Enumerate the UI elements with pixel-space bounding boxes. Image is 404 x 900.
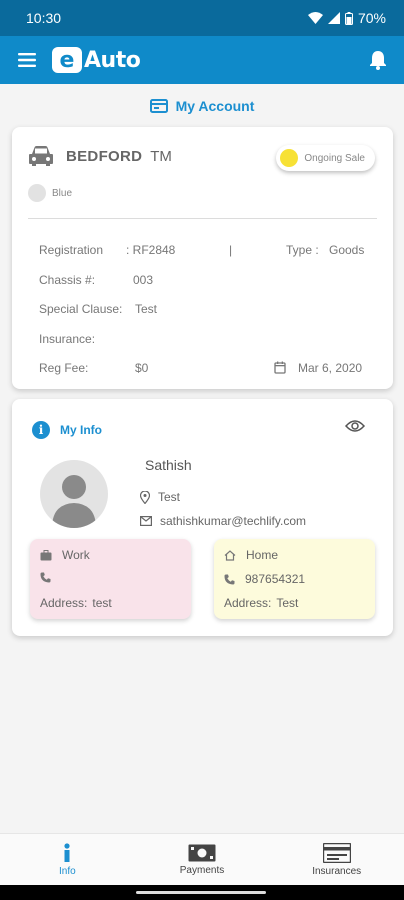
color-name: Blue (52, 187, 73, 199)
email-text: sathishkumar@techlify.com (160, 514, 307, 528)
wifi-icon (307, 12, 323, 24)
special-clause-label: Special Clause: (39, 302, 123, 316)
cash-icon (188, 844, 216, 861)
nav-payments[interactable]: Payments (135, 834, 270, 885)
field-separator: | (229, 243, 233, 257)
my-info-header: i My Info (32, 421, 102, 439)
my-account-title: My Account (175, 98, 255, 114)
work-phone-row (40, 572, 61, 583)
work-address-label: Address: (40, 596, 88, 610)
info-icon: i (32, 421, 50, 439)
home-address-card[interactable]: Home 987654321 Address: Test (214, 539, 375, 619)
home-address-row: Address: Test (224, 596, 298, 610)
status-bar: 10:30 70% (0, 0, 404, 36)
location-pin-icon (140, 490, 150, 504)
location-row: Test (140, 490, 180, 504)
my-info-title: My Info (60, 423, 102, 437)
reg-date-value: Mar 6, 2020 (298, 361, 363, 375)
gesture-bar (0, 885, 404, 900)
registration-label: Registration (39, 243, 104, 257)
email-row: sathishkumar@techlify.com (140, 514, 306, 528)
color-swatch (28, 184, 46, 202)
info-icon (64, 842, 70, 862)
person-name: Sathish (145, 457, 192, 473)
signal-icon (327, 12, 340, 24)
work-address-row: Address: test (40, 596, 112, 610)
home-icon (224, 549, 236, 561)
menu-icon[interactable] (16, 49, 38, 71)
work-address-card[interactable]: Work Address: test (30, 539, 191, 619)
work-label-row: Work (40, 548, 90, 562)
calendar-icon (274, 361, 286, 374)
status-time: 10:30 (26, 10, 62, 26)
nav-payments-label: Payments (179, 864, 225, 876)
logo-mark: e (52, 47, 82, 73)
home-label-row: Home (224, 548, 278, 562)
reg-fee-value: $0 (135, 361, 149, 375)
home-indicator[interactable] (136, 891, 266, 894)
card-icon (322, 842, 351, 863)
status-icons: 70% (307, 10, 386, 26)
battery-level: 70% (357, 10, 386, 26)
home-label: Home (246, 548, 279, 562)
my-info-card: i My Info Sathish Test sathishkumar@tech… (12, 399, 393, 636)
battery-icon (344, 11, 353, 25)
chassis-label: Chassis #: (39, 273, 96, 287)
bottom-nav: Info Payments Insurances (0, 833, 404, 885)
work-address-value: test (92, 596, 112, 610)
app-logo: e Auto (52, 47, 141, 73)
vehicle-model: TM (150, 147, 172, 165)
account-card-icon (149, 99, 168, 113)
location-text: Test (158, 490, 181, 504)
chassis-value: 003 (133, 273, 154, 287)
phone-icon (40, 572, 51, 583)
briefcase-icon (40, 549, 52, 560)
status-dot (280, 149, 299, 167)
logo-text: Auto (84, 47, 141, 73)
bell-icon[interactable] (366, 48, 390, 72)
eye-icon[interactable] (345, 419, 365, 433)
sale-status-badge: Ongoing Sale (276, 145, 375, 171)
my-account-header[interactable]: My Account (0, 92, 404, 120)
work-label: Work (62, 548, 90, 562)
mail-icon (140, 516, 152, 526)
car-icon (29, 146, 53, 166)
type-label: Type : (286, 243, 319, 257)
sale-status-text: Ongoing Sale (304, 152, 365, 164)
home-address-label: Address: (224, 596, 272, 610)
nav-insurances[interactable]: Insurances (269, 834, 404, 885)
insurance-label: Insurance: (39, 332, 96, 346)
avatar (40, 460, 108, 528)
divider (28, 218, 377, 219)
nav-info[interactable]: Info (0, 834, 135, 885)
app-bar: e Auto (0, 36, 404, 84)
vehicle-card[interactable]: BEDFORD TM Ongoing Sale Blue Registratio… (12, 127, 393, 389)
vehicle-color: Blue (28, 184, 72, 202)
nav-info-label: Info (58, 865, 76, 877)
special-clause-value: Test (135, 302, 158, 316)
home-phone: 987654321 (245, 572, 306, 586)
vehicle-make: BEDFORD (66, 147, 143, 165)
nav-insurances-label: Insurances (312, 865, 362, 877)
reg-fee-label: Reg Fee: (39, 361, 89, 375)
type-value: Goods (329, 243, 365, 257)
phone-icon (224, 574, 235, 584)
home-phone-row: 987654321 (224, 572, 305, 586)
home-address-value: Test (276, 596, 299, 610)
registration-value: : RF2848 (126, 243, 176, 257)
vehicle-heading: BEDFORD TM (28, 145, 172, 167)
